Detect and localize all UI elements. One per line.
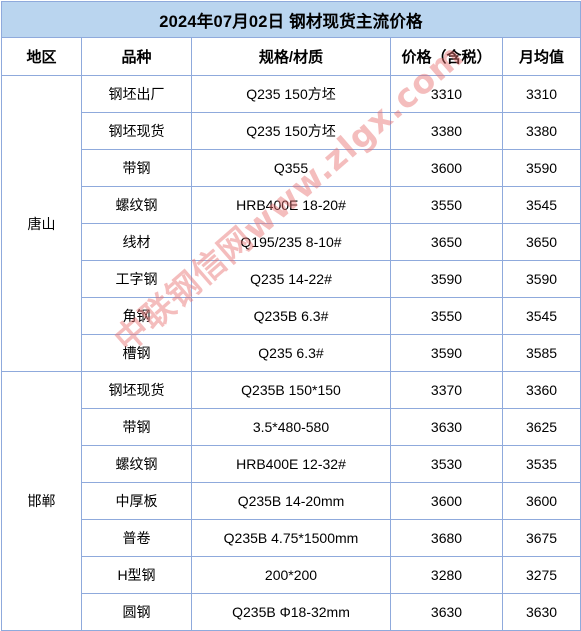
monthly-average-cell: 3600: [501, 482, 581, 520]
steel-price-table: 2024年07月02日 钢材现货主流价格 地区 品种 规格/材质 价格（含税） …: [0, 1, 581, 631]
price-cell: 3590: [390, 334, 503, 372]
variety-cell: 角钢: [81, 297, 192, 335]
variety-cell: 线材: [81, 223, 192, 261]
price-cell: 3550: [390, 186, 503, 224]
table-row: 普卷 Q235B 4.75*1500mm 3680 3675: [2, 519, 581, 557]
table-row: 邯郸 钢坯现货 Q235B 150*150 3370 3360: [1, 371, 581, 631]
monthly-average-cell: 3675: [501, 519, 581, 557]
variety-cell: 钢坯现货: [81, 112, 192, 150]
column-header-price: 价格（含税）: [390, 37, 503, 76]
table-row: H型钢 200*200 3280 3275: [2, 556, 581, 594]
monthly-average-cell: 3545: [501, 186, 581, 224]
spec-cell: Q195/235 8-10#: [191, 223, 391, 261]
spec-cell: Q235 150方坯: [191, 75, 391, 113]
price-cell: 3550: [390, 297, 503, 335]
variety-cell: 螺纹钢: [81, 445, 192, 483]
table-title-row: 2024年07月02日 钢材现货主流价格: [0, 1, 581, 38]
variety-cell: H型钢: [81, 556, 192, 594]
monthly-average-cell: 3590: [501, 149, 581, 187]
table-row: 工字钢 Q235 14-22# 3590 3590: [2, 260, 581, 298]
variety-cell: 工字钢: [81, 260, 192, 298]
monthly-average-cell: 3625: [501, 408, 581, 446]
price-cell: 3590: [390, 260, 503, 298]
price-cell: 3280: [390, 556, 503, 594]
monthly-average-cell: 3630: [501, 593, 581, 631]
column-header-region: 地区: [1, 37, 82, 76]
table-row: 槽钢 Q235 6.3# 3590 3585: [2, 334, 581, 372]
monthly-average-cell: 3380: [501, 112, 581, 150]
table-row: 线材 Q195/235 8-10# 3650 3650: [2, 223, 581, 261]
spec-cell: Q235B 14-20mm: [191, 482, 391, 520]
variety-cell: 圆钢: [81, 593, 192, 631]
price-cell: 3530: [390, 445, 503, 483]
spec-cell: 200*200: [191, 556, 391, 594]
table-header-row: 地区 品种 规格/材质 价格（含税） 月均值: [1, 37, 581, 76]
spec-cell: 3.5*480-580: [191, 408, 391, 446]
price-cell: 3680: [390, 519, 503, 557]
table-row: 钢坯现货 Q235 150方坯 3380 3380: [2, 112, 581, 150]
table-row: 螺纹钢 HRB400E 18-20# 3550 3545: [2, 186, 581, 224]
table-row: 角钢 Q235B 6.3# 3550 3545: [2, 297, 581, 335]
region-cell: 邯郸: [1, 371, 82, 631]
monthly-average-cell: 3360: [501, 371, 581, 409]
price-cell: 3630: [390, 593, 503, 631]
price-table-sheet: 2024年07月02日 钢材现货主流价格 地区 品种 规格/材质 价格（含税） …: [0, 1, 581, 631]
spec-cell: Q235 6.3#: [191, 334, 391, 372]
variety-cell: 带钢: [81, 149, 192, 187]
variety-cell: 螺纹钢: [81, 186, 192, 224]
table-row: 螺纹钢 HRB400E 12-32# 3530 3535: [2, 445, 581, 483]
spec-cell: HRB400E 18-20#: [191, 186, 391, 224]
variety-cell: 钢坯现货: [81, 371, 192, 409]
monthly-average-cell: 3535: [501, 445, 581, 483]
price-cell: 3310: [390, 75, 503, 113]
monthly-average-cell: 3275: [501, 556, 581, 594]
monthly-average-cell: 3545: [501, 297, 581, 335]
monthly-average-cell: 3310: [501, 75, 581, 113]
price-cell: 3650: [390, 223, 503, 261]
spec-cell: Q235B 6.3#: [191, 297, 391, 335]
spec-cell: Q235B 4.75*1500mm: [191, 519, 391, 557]
price-cell: 3380: [390, 112, 503, 150]
column-header-variety: 品种: [81, 37, 192, 76]
spec-cell: HRB400E 12-32#: [191, 445, 391, 483]
variety-cell: 槽钢: [81, 334, 192, 372]
variety-cell: 中厚板: [81, 482, 192, 520]
variety-cell: 带钢: [81, 408, 192, 446]
price-cell: 3600: [390, 482, 503, 520]
monthly-average-cell: 3650: [501, 223, 581, 261]
column-header-spec: 规格/材质: [191, 37, 391, 76]
spec-cell: Q235B 150*150: [191, 371, 391, 409]
spec-cell: Q355: [191, 149, 391, 187]
variety-cell: 普卷: [81, 519, 192, 557]
price-cell: 3600: [390, 149, 503, 187]
spec-cell: Q235B Φ18-32mm: [191, 593, 391, 631]
monthly-average-cell: 3585: [501, 334, 581, 372]
table-row: 带钢 3.5*480-580 3630 3625: [2, 408, 581, 446]
price-cell: 3630: [390, 408, 503, 446]
spec-cell: Q235 150方坯: [191, 112, 391, 150]
table-row: 带钢 Q355 3600 3590: [2, 149, 581, 187]
table-row: 唐山 钢坯出厂 Q235 150方坯 3310 3310: [1, 75, 581, 372]
table-row: 圆钢 Q235B Φ18-32mm 3630 3630: [2, 593, 581, 631]
monthly-average-cell: 3590: [501, 260, 581, 298]
column-header-average: 月均值: [501, 37, 581, 76]
variety-cell: 钢坯出厂: [81, 75, 192, 113]
spec-cell: Q235 14-22#: [191, 260, 391, 298]
table-row: 中厚板 Q235B 14-20mm 3600 3600: [2, 482, 581, 520]
region-cell: 唐山: [1, 75, 82, 372]
price-cell: 3370: [390, 371, 503, 409]
page-title: 2024年07月02日 钢材现货主流价格: [0, 1, 581, 38]
